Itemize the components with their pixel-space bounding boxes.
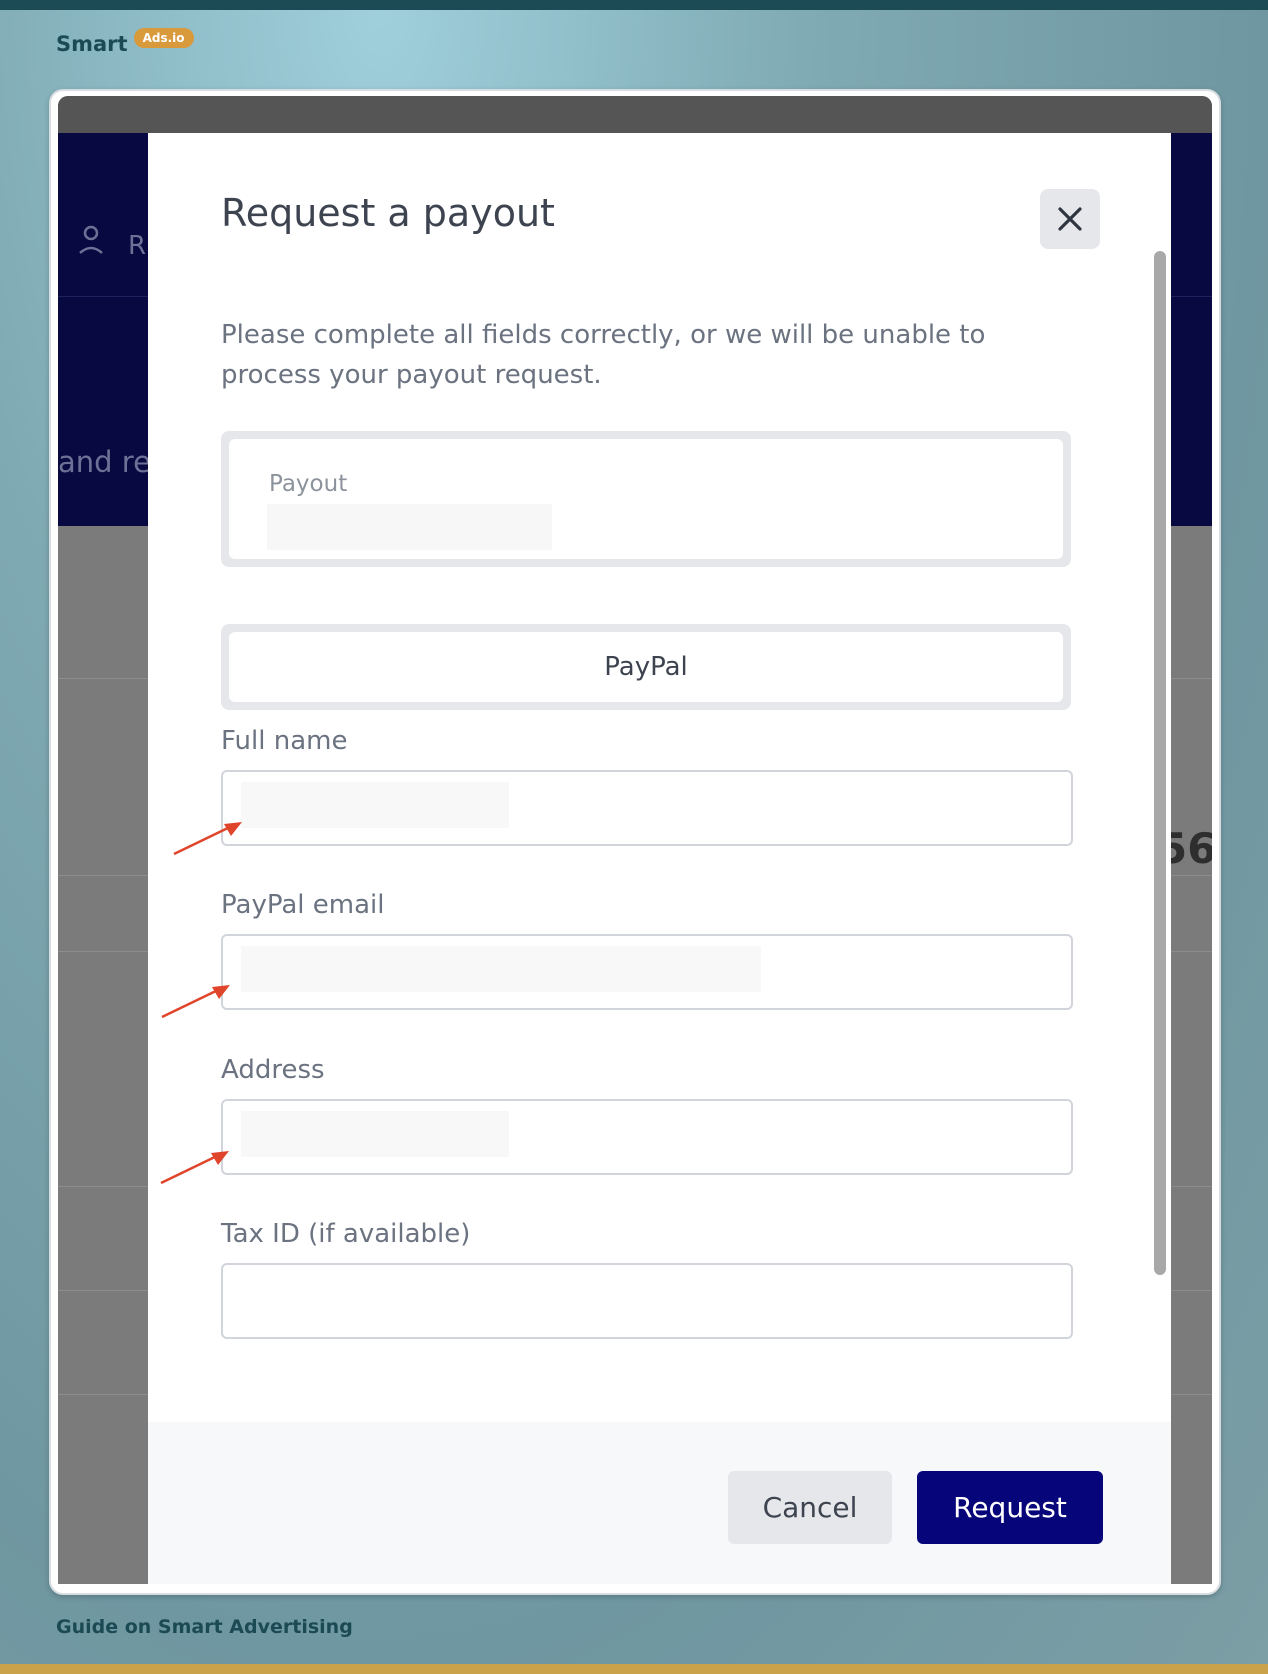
cancel-button[interactable]: Cancel xyxy=(728,1471,892,1544)
brand-badge: Ads.io xyxy=(133,28,194,48)
annotation-arrow xyxy=(173,822,242,856)
top-bar xyxy=(0,0,1268,10)
brand-name: Smart xyxy=(56,32,128,56)
address-value xyxy=(241,1111,509,1157)
payout-method-option[interactable]: PayPal xyxy=(229,632,1063,702)
payout-method-selector[interactable]: PayPal xyxy=(221,624,1071,710)
paypal-email-input[interactable] xyxy=(221,934,1073,1010)
app-top-bar xyxy=(58,96,1212,133)
tax-id-label: Tax ID (if available) xyxy=(221,1219,471,1249)
payout-amount-value xyxy=(267,504,552,550)
modal-footer: Cancel Request xyxy=(148,1422,1171,1584)
payout-label: Payout xyxy=(269,471,348,497)
annotation-arrow xyxy=(160,1151,229,1185)
payout-amount-card: Payout xyxy=(221,431,1071,567)
paypal-email-label: PayPal email xyxy=(221,890,385,920)
address-input[interactable] xyxy=(221,1099,1073,1175)
scrollbar-thumb[interactable] xyxy=(1154,251,1166,1275)
modal-intro-text: Please complete all fields correctly, or… xyxy=(221,320,986,390)
full-name-value xyxy=(241,782,509,828)
user-icon xyxy=(79,225,103,254)
modal-title: Request a payout xyxy=(221,191,555,235)
payout-amount-inner: Payout xyxy=(229,439,1063,559)
annotation-arrow xyxy=(161,985,230,1019)
payout-modal: Request a payout Please complete all fie… xyxy=(148,133,1171,1584)
paypal-email-value xyxy=(241,946,761,992)
full-name-label: Full name xyxy=(221,726,348,756)
guide-link[interactable]: Guide on Smart Advertising xyxy=(56,1616,353,1638)
account-label[interactable]: R xyxy=(128,231,146,261)
brand-logo[interactable]: Smart Ads.io xyxy=(56,28,194,56)
request-button[interactable]: Request xyxy=(917,1471,1103,1544)
full-name-input[interactable] xyxy=(221,770,1073,846)
bottom-bar xyxy=(0,1664,1268,1674)
close-button[interactable] xyxy=(1040,189,1100,249)
close-icon xyxy=(1058,207,1082,231)
tax-id-input[interactable] xyxy=(221,1263,1073,1339)
modal-scrollbar[interactable] xyxy=(1152,251,1168,1371)
address-label: Address xyxy=(221,1055,325,1085)
